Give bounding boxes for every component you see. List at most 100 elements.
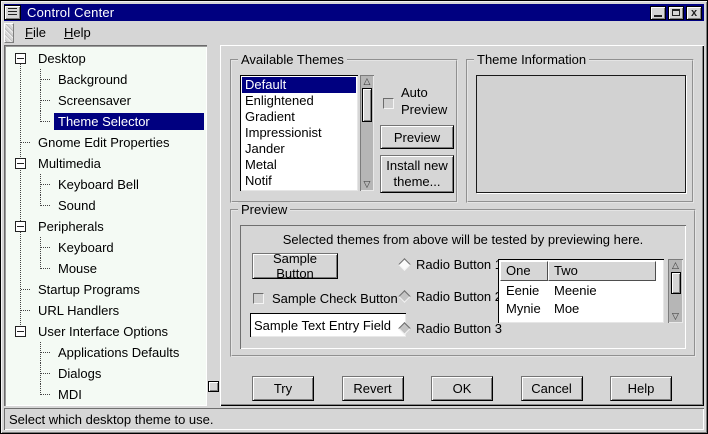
sidebar-item-mouse[interactable]: Mouse (7, 258, 204, 279)
column-header-one[interactable]: One (500, 261, 548, 281)
sidebar-item-multimedia[interactable]: Multimedia (7, 153, 204, 174)
cancel-button[interactable]: Cancel (521, 376, 583, 401)
theme-information-title: Theme Information (474, 52, 589, 67)
theme-item-notif[interactable]: Notif (242, 173, 356, 189)
sample-button[interactable]: Sample Button (252, 253, 338, 279)
sidebar-item-user-interface-options[interactable]: User Interface Options (7, 321, 204, 342)
maximize-icon (672, 9, 680, 16)
radio-button-2-icon[interactable] (398, 290, 411, 303)
main-area: Desktop Background Screensaver Theme Select… (4, 45, 704, 406)
themes-scrollbar-thumb[interactable] (362, 88, 372, 122)
scroll-up-icon[interactable]: △ (364, 75, 371, 88)
theme-item-metal[interactable]: Metal (242, 157, 356, 173)
radio-row-3[interactable]: Radio Button 3 (400, 319, 502, 337)
available-themes-frame: Available Themes DefaultEnlightenedGradi… (230, 59, 458, 203)
menu-file[interactable]: File (16, 22, 55, 44)
menu-help[interactable]: Help (55, 22, 100, 44)
sidebar-item-label: Keyboard Bell (54, 176, 143, 193)
minimize-button[interactable] (650, 6, 666, 20)
scroll-down-icon[interactable]: ▽ (672, 310, 679, 323)
sidebar-item-label: User Interface Options (34, 323, 172, 340)
tree-connector (40, 258, 50, 269)
theme-item-gradient[interactable]: Gradient (242, 109, 356, 125)
sidebar-item-url-handlers[interactable]: URL Handlers (7, 300, 204, 321)
sidebar-item-label: Sound (54, 197, 100, 214)
tree-expander-minus-icon[interactable] (15, 221, 26, 232)
titlebar[interactable]: Control Center x (4, 4, 704, 21)
sidebar-item-theme-selector[interactable]: Theme Selector (7, 111, 204, 132)
sample-table[interactable]: OneTwoEenieMeenieMynieMoe (498, 259, 664, 323)
radio-button-3-icon[interactable] (398, 322, 411, 335)
pane-divider-grip[interactable] (208, 381, 219, 392)
sidebar-item-desktop[interactable]: Desktop (7, 48, 204, 69)
tree-connector (40, 237, 50, 248)
radio-button-1-icon[interactable] (398, 258, 411, 271)
sidebar-item-label: Multimedia (34, 155, 105, 172)
sidebar-item-label: Startup Programs (34, 281, 144, 298)
tree-connector (40, 384, 50, 395)
sidebar-item-startup-programs[interactable]: Startup Programs (7, 279, 204, 300)
available-themes-title: Available Themes (238, 52, 347, 67)
table-scrollbar[interactable]: △ ▽ (668, 259, 683, 323)
revert-button[interactable]: Revert (342, 376, 404, 401)
themes-scrollbar[interactable]: △ ▽ (360, 75, 374, 191)
tree-expander-minus-icon[interactable] (15, 53, 26, 64)
table-row[interactable]: MynieMoe (500, 299, 662, 317)
table-row[interactable]: EenieMeenie (500, 281, 662, 299)
sidebar-item-dialogs[interactable]: Dialogs (7, 363, 204, 384)
settings-panel: Available Themes DefaultEnlightenedGradi… (220, 45, 704, 406)
scroll-up-icon[interactable]: △ (672, 259, 679, 272)
theme-item-default[interactable]: Default (242, 77, 356, 93)
install-new-theme-button[interactable]: Install new theme... (380, 155, 454, 193)
scroll-down-icon[interactable]: ▽ (364, 178, 371, 191)
sidebar-item-label: Theme Selector (54, 113, 204, 130)
themes-list[interactable]: DefaultEnlightenedGradientImpressionistJ… (240, 75, 358, 191)
window-menu-button[interactable] (4, 5, 21, 20)
close-button[interactable]: x (686, 6, 702, 20)
menubar-drag-handle[interactable] (4, 23, 14, 43)
radio-row-2[interactable]: Radio Button 2 (400, 287, 502, 305)
table-cell: Eenie (500, 283, 548, 298)
try-button[interactable]: Try (252, 376, 314, 401)
help-button[interactable]: Help (610, 376, 672, 401)
sidebar-item-gnome-edit-properties[interactable]: Gnome Edit Properties (7, 132, 204, 153)
sample-checkbox[interactable] (253, 293, 264, 304)
preview-panel: Selected themes from above will be teste… (240, 225, 686, 349)
table-header-row: OneTwo (500, 261, 662, 281)
sidebar-item-label: Dialogs (54, 365, 105, 382)
sidebar-item-label: Screensaver (54, 92, 135, 109)
tree-connector (40, 111, 50, 122)
ok-button[interactable]: OK (431, 376, 493, 401)
theme-item-impressionist[interactable]: Impressionist (242, 125, 356, 141)
pane-divider[interactable] (207, 45, 220, 406)
sidebar-item-label: Applications Defaults (54, 344, 183, 361)
sidebar-item-mdi[interactable]: MDI (7, 384, 204, 405)
sidebar-item-background[interactable]: Background (7, 69, 204, 90)
tree-connector (40, 69, 50, 80)
column-header-two[interactable]: Two (548, 261, 656, 281)
sidebar-item-keyboard-bell[interactable]: Keyboard Bell (7, 174, 204, 195)
tree-connector (21, 310, 30, 311)
theme-item-jander[interactable]: Jander (242, 141, 356, 157)
tree-expander-minus-icon[interactable] (15, 158, 26, 169)
sidebar-item-applications-defaults[interactable]: Applications Defaults (7, 342, 204, 363)
sample-text-entry[interactable] (250, 313, 406, 337)
preview-button[interactable]: Preview (380, 125, 454, 149)
tree-expander-minus-icon[interactable] (15, 326, 26, 337)
sidebar-item-screensaver[interactable]: Screensaver (7, 90, 204, 111)
theme-item-enlightened[interactable]: Enlightened (242, 93, 356, 109)
category-tree-panel: Desktop Background Screensaver Theme Select… (4, 45, 207, 406)
control-center-window: Control Center x FileHelp DesktopBackgro… (0, 0, 708, 434)
tree-connector (21, 289, 30, 290)
auto-preview-checkbox[interactable] (383, 98, 394, 109)
sidebar-item-peripherals[interactable]: Peripherals (7, 216, 204, 237)
sidebar-item-label: Desktop (34, 50, 90, 67)
table-scrollbar-thumb[interactable] (671, 272, 681, 294)
radio-row-1[interactable]: Radio Button 1 (400, 255, 502, 273)
sidebar-item-sound[interactable]: Sound (7, 195, 204, 216)
theme-information-frame: Theme Information (466, 59, 694, 203)
tree-connector (40, 195, 50, 206)
maximize-button[interactable] (668, 6, 684, 20)
sidebar-item-keyboard[interactable]: Keyboard (7, 237, 204, 258)
tree-connector (40, 342, 50, 353)
